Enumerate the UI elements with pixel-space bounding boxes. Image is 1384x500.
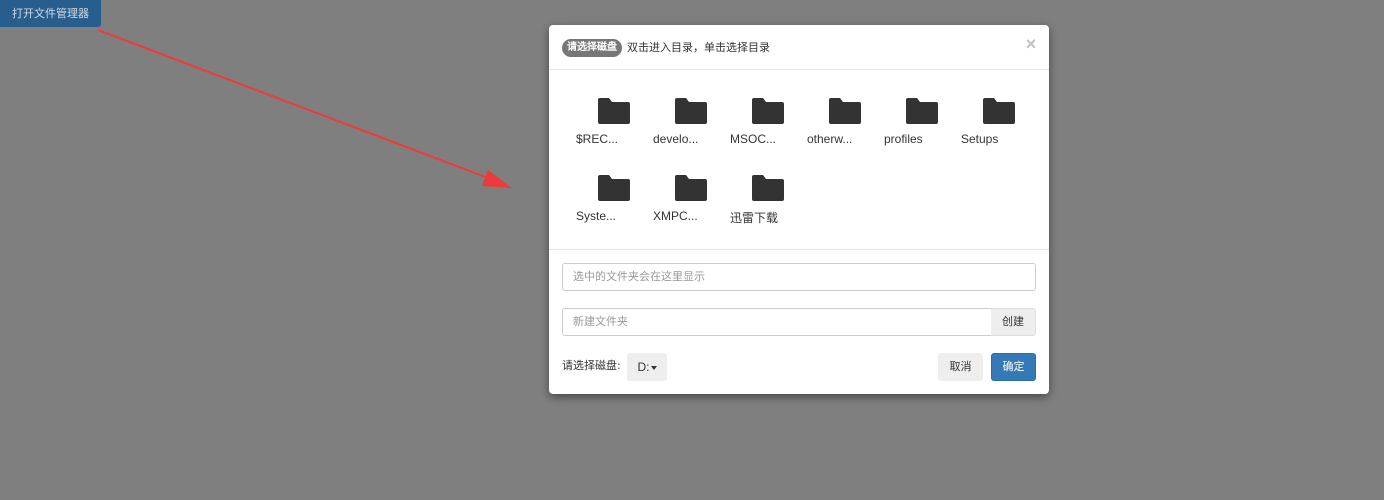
folder-item[interactable]: 迅雷下载 bbox=[728, 174, 798, 244]
folder-item[interactable]: develo... bbox=[651, 97, 721, 167]
folder-grid: $REC... develo... MSOC... otherw... profiles… bbox=[549, 70, 1049, 250]
folder-icon bbox=[598, 175, 630, 201]
folder-icon bbox=[906, 98, 938, 124]
folder-label: otherw... bbox=[807, 132, 853, 146]
folder-item[interactable]: otherw... bbox=[805, 97, 875, 167]
folder-label: MSOC... bbox=[730, 132, 777, 146]
folder-icon bbox=[675, 98, 707, 124]
folder-icon bbox=[983, 98, 1015, 124]
create-folder-button[interactable]: 创建 bbox=[991, 308, 1036, 336]
folder-item[interactable]: Syste... bbox=[574, 174, 644, 244]
folder-label: Setups bbox=[961, 132, 999, 146]
folder-item[interactable]: profiles bbox=[882, 97, 952, 167]
folder-label: develo... bbox=[653, 132, 699, 146]
caret-down-icon bbox=[650, 365, 657, 370]
folder-icon bbox=[752, 175, 784, 201]
folder-label: XMPC... bbox=[653, 209, 698, 223]
disk-dropdown[interactable]: D: bbox=[627, 353, 667, 381]
dialog-hint: 双击进入目录，单击选择目录 bbox=[627, 41, 770, 54]
disk-select-label: 请选择磁盘: bbox=[562, 359, 621, 372]
dialog-header: 请选择磁盘 双击进入目录，单击选择目录 × bbox=[549, 25, 1049, 70]
folder-label: 迅雷下载 bbox=[730, 211, 779, 225]
disk-value: D: bbox=[637, 360, 650, 374]
new-folder-input[interactable]: 新建文件夹 bbox=[562, 308, 992, 336]
folder-item[interactable]: Setups bbox=[959, 97, 1029, 167]
folder-icon bbox=[829, 98, 861, 124]
file-manager-dialog: 请选择磁盘 双击进入目录，单击选择目录 × $REC... develo... MS… bbox=[549, 25, 1049, 394]
disk-badge: 请选择磁盘 bbox=[562, 39, 622, 57]
folder-icon bbox=[675, 175, 707, 201]
folder-label: Syste... bbox=[576, 209, 617, 223]
folder-icon bbox=[598, 98, 630, 124]
cancel-button[interactable]: 取消 bbox=[938, 353, 983, 381]
selected-folder-field[interactable]: 选中的文件夹会在这里显示 bbox=[562, 263, 1036, 291]
folder-icon bbox=[752, 98, 784, 124]
folder-item[interactable]: XMPC... bbox=[651, 174, 721, 244]
confirm-button[interactable]: 确定 bbox=[991, 353, 1036, 381]
folder-label: profiles bbox=[884, 132, 923, 146]
close-icon[interactable]: × bbox=[1023, 34, 1039, 54]
folder-item[interactable]: MSOC... bbox=[728, 97, 798, 167]
folder-item[interactable]: $REC... bbox=[574, 97, 644, 167]
folder-label: $REC... bbox=[576, 132, 619, 146]
